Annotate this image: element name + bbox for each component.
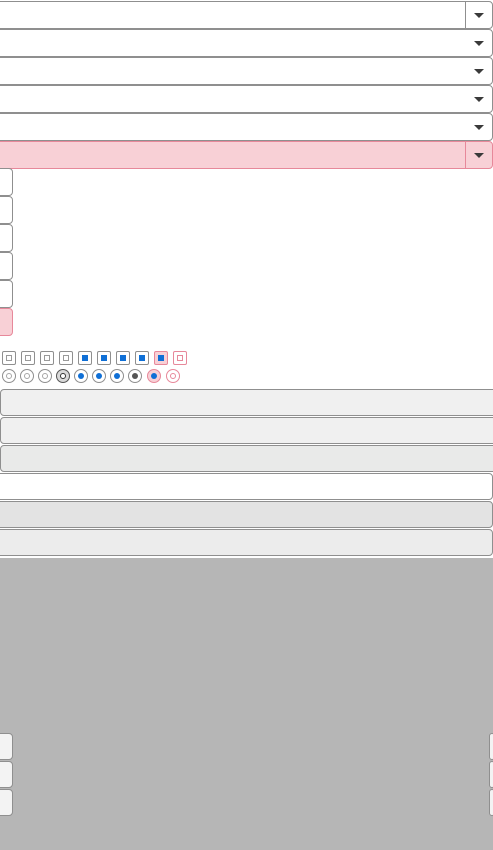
radio-unchecked-hover[interactable] [20, 369, 34, 383]
radio-unchecked[interactable] [2, 369, 16, 383]
radio-checked-hover[interactable] [92, 369, 106, 383]
grey-panel-control-2[interactable] [0, 761, 13, 788]
radio-unchecked-active[interactable] [56, 369, 70, 383]
grey-panel [0, 558, 493, 850]
chevron-down-icon [474, 13, 484, 18]
checkbox-unchecked-disabled[interactable] [40, 351, 54, 365]
dropdown-select-1[interactable] [0, 1, 493, 29]
radio-checked[interactable] [74, 369, 88, 383]
checkbox-checked[interactable] [78, 351, 92, 365]
radio-unchecked-disabled[interactable] [38, 369, 52, 383]
button-flat[interactable] [0, 529, 493, 556]
button-white[interactable] [0, 473, 493, 500]
checkbox-unchecked-hover[interactable] [21, 351, 35, 365]
checkbox-unchecked-focus[interactable] [59, 351, 73, 365]
dropdown-separator [465, 2, 466, 28]
dropdown-select-3[interactable] [0, 57, 493, 85]
dropdown-select-2[interactable] [0, 29, 493, 57]
button-hover[interactable] [0, 417, 493, 444]
grey-panel-control-3[interactable] [0, 789, 13, 816]
button-default[interactable] [0, 389, 493, 416]
text-input-4[interactable] [0, 252, 13, 280]
chevron-down-icon [474, 69, 484, 74]
checkbox-checked-focus[interactable] [135, 351, 149, 365]
grey-panel-edge-control-1[interactable] [489, 733, 493, 760]
chevron-down-icon [474, 41, 484, 46]
dropdown-separator [465, 142, 466, 168]
button-disabled[interactable] [0, 501, 493, 528]
text-input-1[interactable] [0, 168, 13, 196]
text-input-3[interactable] [0, 224, 13, 252]
grey-panel-control-1[interactable] [0, 733, 13, 760]
radio-unchecked-error[interactable] [166, 369, 180, 383]
checkbox-checked-error[interactable] [154, 351, 168, 365]
radio-checked-dark[interactable] [128, 369, 142, 383]
text-input-5[interactable] [0, 280, 13, 308]
dropdown-select-error[interactable] [0, 141, 493, 169]
text-input-error[interactable] [0, 308, 13, 336]
radio-checked-active[interactable] [110, 369, 124, 383]
checkbox-checked-hover[interactable] [97, 351, 111, 365]
text-input-2[interactable] [0, 196, 13, 224]
checkbox-unchecked[interactable] [2, 351, 16, 365]
button-pressed[interactable] [0, 445, 493, 472]
checkbox-unchecked-error[interactable] [173, 351, 187, 365]
grey-panel-edge-control-3[interactable] [489, 789, 493, 816]
radio-checked-error[interactable] [147, 369, 161, 383]
grey-panel-edge-control-2[interactable] [489, 761, 493, 788]
dropdown-select-5[interactable] [0, 113, 493, 141]
checkbox-checked-active[interactable] [116, 351, 130, 365]
chevron-down-icon [474, 125, 484, 130]
dropdown-select-4[interactable] [0, 85, 493, 113]
chevron-down-icon [474, 97, 484, 102]
chevron-down-icon [474, 153, 484, 158]
